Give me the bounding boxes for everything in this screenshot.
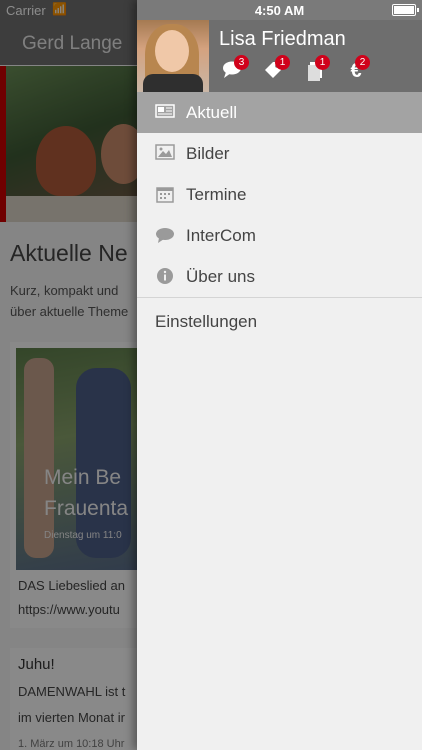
info-icon: [155, 267, 175, 285]
menu-label: Aktuell: [186, 103, 238, 122]
settings-item[interactable]: Einstellungen: [155, 312, 257, 332]
status-bar: 4:50 AM: [137, 0, 422, 20]
menu-label: Bilder: [186, 144, 230, 163]
newspaper-icon: [155, 103, 175, 121]
battery-icon: [392, 4, 419, 16]
menu-item-bilder[interactable]: Bilder: [137, 133, 422, 174]
menu-item-ueber-uns[interactable]: Über uns: [137, 256, 422, 297]
tag-badge: 1: [275, 55, 290, 70]
user-name: Lisa Friedman: [219, 28, 346, 50]
menu-label: InterCom: [186, 226, 256, 245]
menu-label: Über uns: [186, 267, 255, 286]
euro-badge: 2: [355, 55, 370, 70]
menu-divider: [137, 297, 422, 298]
calendar-icon: [155, 185, 175, 203]
side-drawer: 4:50 AM Lisa Friedman 3 1 1 € 2 Aktuell …: [137, 0, 422, 750]
document-badge: 1: [315, 55, 330, 70]
image-icon: [155, 144, 175, 162]
menu-label: Termine: [186, 185, 247, 204]
clock: 4:50 AM: [254, 3, 305, 18]
drawer-menu: Aktuell Bilder Termine InterCom Über uns: [137, 92, 422, 298]
chat-badge: 3: [234, 55, 249, 70]
avatar[interactable]: [137, 20, 209, 92]
speech-bubble-icon: [155, 226, 175, 244]
menu-item-termine[interactable]: Termine: [137, 174, 422, 215]
user-header: Lisa Friedman 3 1 1 € 2: [137, 20, 422, 92]
menu-item-aktuell[interactable]: Aktuell: [137, 92, 422, 133]
menu-item-intercom[interactable]: InterCom: [137, 215, 422, 256]
